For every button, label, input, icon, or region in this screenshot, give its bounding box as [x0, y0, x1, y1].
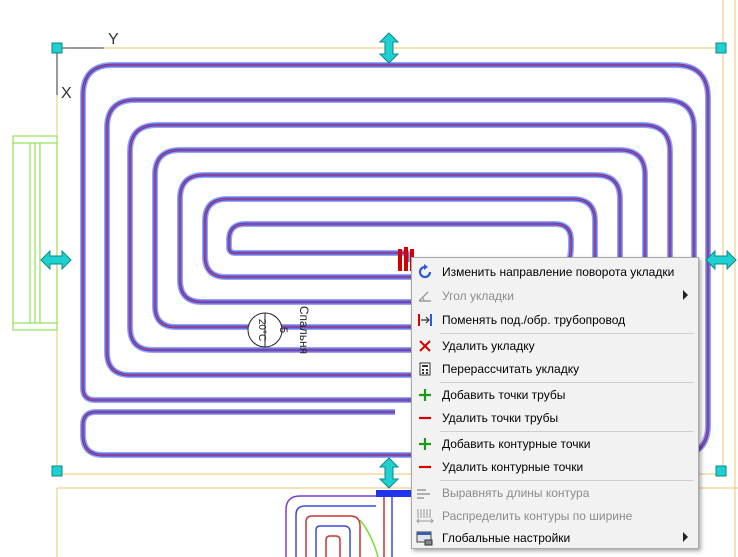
axis-y-label: Y — [108, 31, 119, 48]
submenu-arrow-icon — [683, 290, 688, 300]
menu-item-label: Перерассчитать укладку — [442, 362, 580, 376]
green-plus-icon — [416, 387, 434, 403]
angle-icon — [416, 288, 434, 304]
calculator-icon — [416, 361, 434, 377]
menu-item-label: Угол укладки — [442, 289, 514, 303]
room-tag-number: 5 — [277, 327, 289, 333]
window-element — [12, 135, 58, 331]
menu-separator — [440, 480, 694, 481]
align-lengths-icon — [416, 485, 434, 501]
menu-item-distribute-contours[interactable]: Распределить контуры по ширине — [412, 505, 698, 527]
green-plus-icon — [416, 436, 434, 452]
menu-item-label: Удалить укладку — [442, 339, 535, 353]
menu-item-align-contour-lengths[interactable]: Выравнять длины контура — [412, 482, 698, 504]
menu-item-label: Добавить контурные точки — [442, 437, 591, 451]
menu-item-add-contour-points[interactable]: Добавить контурные точки — [412, 433, 698, 455]
menu-item-label: Поменять под./обр. трубопровод — [442, 313, 626, 327]
menu-item-label: Изменить направление поворота укладки — [442, 265, 675, 279]
menu-item-label: Удалить контурные точки — [442, 460, 584, 474]
axis-x-label: X — [61, 85, 72, 102]
grip-top-left — [51, 42, 63, 54]
adjacent-room-pipes — [285, 490, 412, 557]
menu-item-recalculate-layout[interactable]: Перерассчитать укладку — [412, 358, 698, 380]
stretch-arrow-left — [40, 249, 72, 271]
room-tag-temperature: 20°C — [256, 319, 267, 341]
room-name-label: Спальня — [297, 306, 311, 354]
red-cross-icon — [416, 338, 434, 354]
distribute-width-icon — [416, 508, 434, 524]
menu-item-change-rotation[interactable]: Изменить направление поворота укладки — [412, 261, 698, 283]
menu-item-delete-layout[interactable]: Удалить укладку — [412, 335, 698, 357]
submenu-arrow-icon — [683, 532, 688, 542]
swap-pipes-icon — [416, 312, 434, 328]
red-minus-icon — [416, 410, 434, 426]
grip-top-right — [715, 42, 727, 54]
menu-item-label: Выравнять длины контура — [442, 486, 590, 500]
rotate-arrow-icon — [416, 264, 434, 280]
menu-item-add-pipe-points[interactable]: Добавить точки трубы — [412, 384, 698, 406]
menu-separator — [440, 431, 694, 432]
context-menu: Изменить направление поворота укладки Уг… — [411, 257, 699, 549]
menu-item-label: Глобальные настройки — [442, 531, 571, 545]
stretch-arrow-bottom — [378, 457, 400, 489]
global-settings-icon — [416, 530, 434, 546]
grip-bottom-right — [715, 465, 727, 477]
menu-item-swap-pipes[interactable]: Поменять под./обр. трубопровод — [412, 309, 698, 331]
menu-item-global-settings[interactable]: Глобальные настройки — [412, 527, 698, 549]
menu-item-remove-pipe-points[interactable]: Удалить точки трубы — [412, 407, 698, 429]
menu-separator — [440, 382, 694, 383]
menu-item-remove-contour-points[interactable]: Удалить контурные точки — [412, 456, 698, 478]
menu-item-label: Удалить точки трубы — [442, 411, 559, 425]
grip-bottom-left — [51, 465, 63, 477]
red-minus-icon — [416, 459, 434, 475]
menu-item-laying-angle[interactable]: Угол укладки — [412, 285, 698, 307]
menu-separator — [440, 333, 694, 334]
menu-item-label: Распределить контуры по ширине — [442, 509, 633, 523]
room-tag[interactable]: 5 20°C Спальня — [247, 306, 311, 354]
menu-item-label: Добавить точки трубы — [442, 388, 566, 402]
